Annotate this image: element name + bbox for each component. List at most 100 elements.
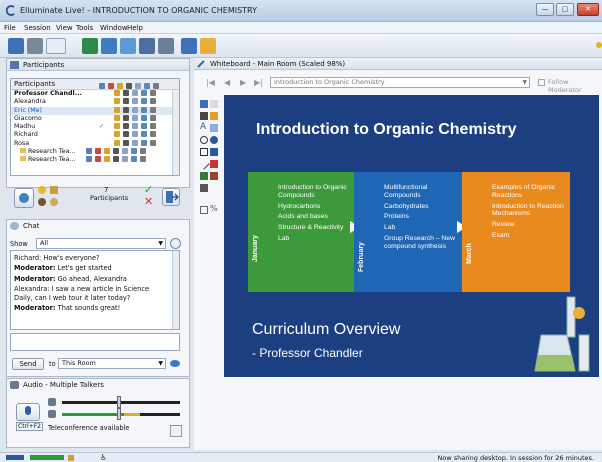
participants-column-header[interactable]: Participants (11, 79, 179, 90)
rectangle-tool-icon[interactable] (200, 148, 208, 156)
select-tool-icon[interactable] (200, 100, 208, 108)
pencil-column-icon[interactable] (153, 83, 159, 89)
participant-row[interactable]: Alexandra (11, 98, 179, 106)
chat-message: Moderator: Let's get started (14, 264, 112, 273)
close-button[interactable]: ✕ (577, 3, 599, 16)
maximize-button[interactable]: ▢ (556, 3, 574, 16)
participants-list[interactable]: Participants Professor Chandl... Alexand… (10, 78, 180, 176)
participant-row[interactable]: Eric (Me) (11, 106, 179, 115)
audio-column-icon[interactable] (99, 83, 105, 89)
raise-hand-button[interactable] (14, 188, 34, 208)
filled-rectangle-tool-icon[interactable] (210, 148, 218, 156)
microphone-level-icon (48, 398, 56, 406)
participant-row[interactable]: Rosa (11, 139, 179, 148)
door-exit-icon (166, 191, 180, 203)
camera-icon[interactable] (158, 38, 174, 54)
chat-recipient-select[interactable]: This Room ▼ (58, 358, 166, 369)
participant-row-icons (86, 156, 149, 164)
participants-scrollbar[interactable] (172, 90, 179, 175)
menu-help[interactable]: Help (127, 24, 143, 32)
grid-tool-icon[interactable] (200, 206, 208, 214)
previous-page-icon[interactable]: ◀ (224, 78, 230, 87)
eraser-tool-icon[interactable] (210, 100, 218, 108)
chat-filter-value: All (40, 239, 49, 247)
microphone-volume-thumb[interactable] (117, 396, 121, 408)
participant-row[interactable]: Professor Chandl... (11, 90, 179, 98)
clock-icon[interactable] (170, 238, 181, 249)
chat-input[interactable] (10, 333, 180, 351)
lock-icon (68, 455, 74, 461)
speaker-level-peak (124, 413, 140, 416)
participant-name: Alexandra (14, 98, 46, 106)
chat-filter-select[interactable]: All ▼ (36, 238, 166, 249)
menu-file[interactable]: File (4, 24, 16, 32)
page-select[interactable]: Introduction to Organic Chemistry ▼ (270, 77, 530, 88)
smile-emoticon-icon[interactable] (38, 186, 46, 194)
pen-tool-icon[interactable] (200, 112, 208, 120)
minimize-button[interactable]: — (536, 3, 554, 16)
group-row[interactable]: Research Tea... (11, 148, 179, 156)
status-bar: ♿ Now sharing desktop. In session for 26… (0, 452, 602, 462)
march-block: March Examples of Organic Reactions Intr… (462, 172, 570, 292)
first-page-icon[interactable]: |◀ (206, 78, 215, 87)
january-block: January Introduction to Organic Compound… (248, 172, 356, 292)
participant-row[interactable]: Madhu ✓ (11, 123, 179, 131)
no-vote-icon[interactable]: ✕ (144, 195, 153, 208)
desktop-share-icon[interactable] (82, 38, 98, 54)
ellipse-tool-icon[interactable] (200, 136, 208, 144)
topic-list: Examples of Organic Reactions Introducti… (492, 184, 564, 239)
video-column-icon[interactable] (135, 83, 141, 89)
person-column-icon[interactable] (126, 83, 132, 89)
hand-column-icon[interactable] (117, 83, 123, 89)
display-column-icon[interactable] (144, 83, 150, 89)
last-page-icon[interactable]: ▶| (254, 78, 263, 87)
laugh-icon[interactable] (50, 198, 58, 206)
whiteboard-slide[interactable]: Introduction to Organic Chemistry Januar… (224, 95, 599, 377)
next-page-icon[interactable]: ▶ (240, 78, 246, 87)
lock-tool-icon[interactable] (200, 184, 208, 192)
highlighter-tool-icon[interactable] (210, 112, 218, 120)
print-icon[interactable] (27, 38, 43, 54)
layout-icon[interactable] (46, 38, 66, 54)
exit-button[interactable] (162, 188, 180, 206)
zoom-percent-icon[interactable]: % (210, 204, 218, 213)
send-button[interactable]: Send (12, 358, 44, 370)
microphone-volume-slider[interactable] (62, 401, 180, 404)
pointer-tool-icon[interactable] (210, 160, 218, 168)
app-share-icon[interactable] (101, 38, 117, 54)
notes-icon[interactable] (200, 38, 216, 54)
hand-icon (19, 193, 29, 203)
save-icon[interactable] (8, 38, 24, 54)
participants-header-label: Participants (14, 80, 56, 88)
chat-scrollbar[interactable] (172, 251, 179, 329)
chat-show-label: Show (10, 240, 28, 248)
phone-settings-icon[interactable] (170, 425, 182, 437)
follow-moderator-checkbox[interactable] (538, 79, 545, 86)
coffee-icon[interactable] (38, 198, 46, 206)
participant-name: Giacomo (14, 114, 42, 122)
participant-row[interactable]: Richard (11, 131, 179, 139)
line-tool-icon[interactable] (198, 158, 210, 170)
clip-art-tool-icon[interactable] (200, 172, 208, 180)
menu-window[interactable]: Window (100, 24, 128, 32)
filled-ellipse-tool-icon[interactable] (210, 136, 218, 144)
menu-view[interactable]: View (56, 24, 73, 32)
speaker-volume-thumb[interactable] (117, 408, 121, 420)
menu-tools[interactable]: Tools (76, 24, 93, 32)
eye-icon[interactable] (170, 360, 180, 367)
group-row[interactable]: Research Tea... (11, 156, 179, 164)
participant-row[interactable]: Giacomo (11, 114, 179, 123)
video-icon[interactable] (139, 38, 155, 54)
slide-presenter: - Professor Chandler (252, 346, 363, 360)
whiteboard-icon[interactable] (120, 38, 136, 54)
screenshot-tool-icon[interactable] (210, 172, 218, 180)
talk-button[interactable] (16, 403, 40, 421)
participant-name: Eric (Me) (14, 106, 43, 114)
text-tool-icon[interactable]: A (200, 122, 206, 132)
folder-icon[interactable] (181, 38, 197, 54)
applause-icon[interactable] (50, 186, 58, 194)
image-text-tool-icon[interactable] (210, 124, 218, 132)
status-column-icon[interactable] (108, 83, 114, 89)
chat-log[interactable]: Richard: How's everyone? Moderator: Let'… (10, 250, 180, 330)
menu-session[interactable]: Session (24, 24, 51, 32)
